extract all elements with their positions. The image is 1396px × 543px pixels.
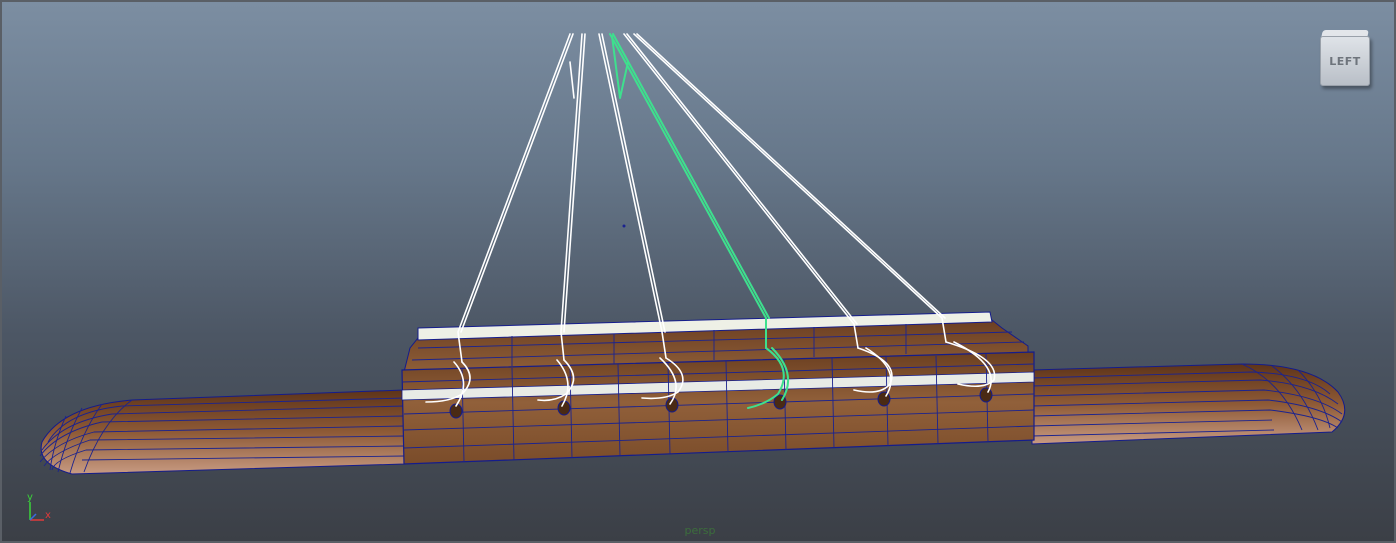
axis-gizmo: y x <box>27 492 51 521</box>
maya-viewport[interactable]: LEFT y x persp <box>0 0 1396 543</box>
viewcube[interactable]: LEFT <box>1318 30 1372 88</box>
pivot-dot <box>622 224 626 228</box>
viewcube-label: LEFT <box>1329 54 1361 68</box>
tie-hole-5 <box>877 391 891 407</box>
camera-name-label: persp <box>684 524 716 537</box>
bridge-tie-block-front[interactable] <box>401 351 1035 465</box>
y-axis-label: y <box>27 492 33 503</box>
scene-canvas[interactable] <box>2 2 1396 543</box>
tie-hole-6 <box>979 387 993 403</box>
z-axis-line <box>29 513 37 521</box>
viewcube-left-face[interactable]: LEFT <box>1320 36 1370 86</box>
x-axis-label: x <box>45 510 51 521</box>
